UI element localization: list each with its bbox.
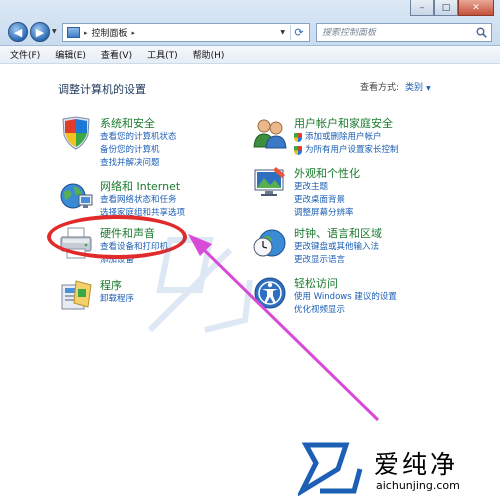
watermark-url: aichunjing.com <box>376 479 460 492</box>
annotation-overlay <box>147 234 380 422</box>
annotation-arrow-line <box>196 242 380 422</box>
control-panel-window: – □ ✕ ◀ ▶ ▼ ▸ 控制面板 ▸ ▼ ⟳ 文件(F) 编辑(E) 查看(… <box>0 0 500 501</box>
watermark-title: 爱纯净 <box>374 450 459 479</box>
watermark-brand-logo <box>298 442 363 497</box>
watermark-brand: 爱纯净 aichunjing.com <box>298 439 498 499</box>
